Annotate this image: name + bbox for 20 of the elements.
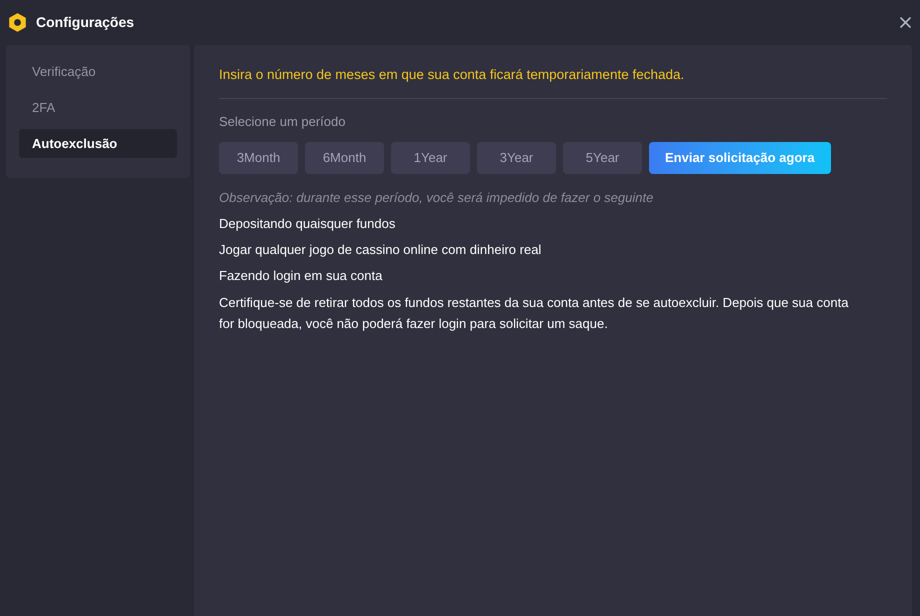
period-label: Selecione um período bbox=[219, 113, 346, 131]
period-button[interactable]: 1Year bbox=[391, 142, 470, 174]
notice-text: Insira o número de meses em que sua conta ficará temporariamente fechada. bbox=[219, 65, 887, 99]
close-icon bbox=[900, 17, 910, 28]
sidebar-item[interactable]: 2FA bbox=[19, 93, 177, 122]
warning-text: Certifique-se de retirar todos os fundos restantes da sua conta antes de se autoexcluir. Depois que sua conta for bloqueada, você não poderá fazer login para solicitar um saque. bbox=[219, 294, 850, 333]
period-button[interactable]: 6Month bbox=[305, 142, 384, 174]
logo-icon bbox=[8, 13, 27, 32]
period-button[interactable]: 3Year bbox=[477, 142, 556, 174]
period-button[interactable]: 3Month bbox=[219, 142, 298, 174]
sidebar-item[interactable]: Verificação bbox=[19, 57, 177, 86]
note-text: Observação: durante esse período, você será impedido de fazer o seguinte bbox=[219, 189, 654, 207]
sidebar-item[interactable]: Autoexclusão bbox=[19, 129, 177, 158]
period-button[interactable]: 5Year bbox=[563, 142, 642, 174]
close-button[interactable] bbox=[898, 16, 912, 30]
restriction-text: Fazendo login em sua conta bbox=[219, 267, 384, 285]
restriction-text: Depositando quaisquer fundos bbox=[219, 215, 396, 233]
window-title: Configurações bbox=[36, 13, 134, 32]
restriction-text: Jogar qualquer jogo de cassino online com dinheiro real bbox=[219, 241, 542, 259]
submit-button[interactable]: Enviar solicitação agora bbox=[649, 142, 831, 174]
